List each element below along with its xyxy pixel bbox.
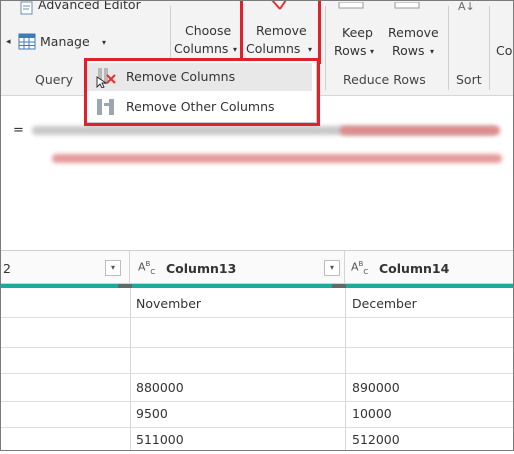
table-row[interactable]: November December xyxy=(0,288,514,318)
formula-equals: = xyxy=(13,123,24,138)
remove-rows-caret-icon: ▾ xyxy=(430,47,435,56)
keep-rows-caret-icon: ▾ xyxy=(370,47,375,56)
remove-rows-line2: Rows xyxy=(392,43,425,58)
filter-dropdown-icon[interactable]: ▾ xyxy=(105,260,121,276)
column-header-partial-label: 2 xyxy=(3,261,11,276)
blurred-formula-text xyxy=(340,126,500,135)
sort-group-label: Sort xyxy=(456,72,482,87)
choose-columns-line1: Choose xyxy=(185,23,232,38)
manage-label: Manage xyxy=(40,34,90,49)
column-divider xyxy=(130,288,131,451)
table-cell[interactable]: 511000 xyxy=(136,432,184,447)
advanced-editor-label: Advanced Editor xyxy=(38,0,141,12)
separator xyxy=(325,6,326,90)
text-type-icon: ABC xyxy=(351,260,369,276)
reduce-rows-group-label: Reduce Rows xyxy=(343,72,426,87)
column-header-column13[interactable]: ABC Column13 ▾ xyxy=(130,251,345,285)
choose-columns-caret-icon: ▾ xyxy=(233,45,238,54)
table-cell[interactable]: December xyxy=(352,296,417,311)
column-header-label: Column14 xyxy=(379,261,450,276)
grid-header: 2 ▾ ABC Column13 ▾ ABC Column14 xyxy=(0,250,514,285)
remove-columns-highlight xyxy=(240,0,321,64)
keep-rows-line2: Rows xyxy=(334,43,367,58)
combine-label-cutoff[interactable]: Co xyxy=(496,44,512,58)
keep-rows-button[interactable]: Keep Rows ▾ xyxy=(330,2,380,64)
table-cell[interactable]: 890000 xyxy=(352,380,400,395)
table-cell[interactable]: 9500 xyxy=(136,406,168,421)
column-header-label: Column13 xyxy=(166,261,237,276)
left-caret-icon: ◂ xyxy=(6,37,11,47)
choose-columns-line2: Columns xyxy=(174,41,229,56)
table-row[interactable] xyxy=(0,344,514,374)
remove-rows-line1: Remove xyxy=(388,25,439,40)
remove-rows-button[interactable]: Remove Rows ▾ xyxy=(384,2,440,64)
table-cell[interactable]: November xyxy=(136,296,201,311)
table-cell[interactable]: 10000 xyxy=(352,406,392,421)
keep-rows-icon xyxy=(338,2,364,9)
menu-highlight xyxy=(84,58,320,126)
separator xyxy=(448,6,449,90)
separator xyxy=(489,6,490,90)
sort-ascending-icon[interactable]: A↓ xyxy=(458,0,475,14)
manage-caret-icon: ▾ xyxy=(102,38,107,47)
blurred-formula-text xyxy=(52,154,502,163)
remove-rows-icon xyxy=(394,2,420,9)
table-row[interactable]: 511000 512000 xyxy=(0,424,514,454)
column-divider xyxy=(345,288,346,451)
query-group-label: Query xyxy=(35,72,73,87)
table-cell[interactable]: 512000 xyxy=(352,432,400,447)
advanced-editor-button[interactable]: Advanced Editor xyxy=(20,0,170,18)
column-header-partial[interactable]: 2 ▾ xyxy=(0,251,130,285)
keep-rows-line1: Keep xyxy=(342,25,373,40)
choose-columns-button[interactable]: Choose Columns ▾ xyxy=(172,2,240,64)
manage-icon xyxy=(18,33,36,50)
table-cell[interactable]: 880000 xyxy=(136,380,184,395)
manage-button[interactable]: ◂ Manage ▾ xyxy=(6,33,116,53)
text-type-icon: ABC xyxy=(138,260,156,276)
column-header-column14[interactable]: ABC Column14 xyxy=(345,251,514,285)
advanced-editor-icon xyxy=(20,1,33,15)
filter-dropdown-icon[interactable]: ▾ xyxy=(324,260,340,276)
